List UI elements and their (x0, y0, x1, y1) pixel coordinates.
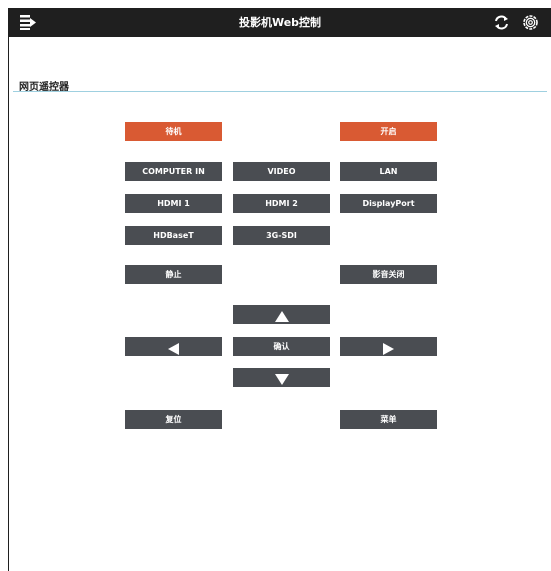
input-3g-sdi-button[interactable]: 3G-SDI (233, 226, 330, 245)
right-button[interactable] (340, 337, 437, 356)
menu-icon[interactable] (19, 14, 37, 31)
input-lan-button[interactable]: LAN (340, 162, 437, 181)
av-mute-button[interactable]: 影音关闭 (340, 265, 437, 284)
input-video-button[interactable]: VIDEO (233, 162, 330, 181)
app-frame: 投影机Web控制 网页遥控器 待机 开启 COMPUTER IN VIDEO L… (8, 8, 551, 571)
standby-button[interactable]: 待机 (125, 122, 222, 141)
enter-button[interactable]: 确认 (233, 337, 330, 356)
input-computer-in-button[interactable]: COMPUTER IN (125, 162, 222, 181)
up-arrow-icon (274, 311, 289, 322)
down-button[interactable] (233, 368, 330, 387)
reset-button[interactable]: 复位 (125, 410, 222, 429)
divider (13, 91, 547, 92)
input-hdmi2-button[interactable]: HDMI 2 (233, 194, 330, 213)
refresh-icon[interactable] (493, 14, 510, 31)
input-hdbaset-button[interactable]: HDBaseT (125, 226, 222, 245)
page-title: 投影机Web控制 (238, 16, 322, 29)
down-arrow-icon (274, 374, 289, 385)
up-button[interactable] (233, 305, 330, 324)
top-bar: 投影机Web控制 (9, 8, 551, 37)
freeze-button[interactable]: 静止 (125, 265, 222, 284)
input-hdmi1-button[interactable]: HDMI 1 (125, 194, 222, 213)
input-displayport-button[interactable]: DisplayPort (340, 194, 437, 213)
right-arrow-icon (383, 342, 394, 355)
left-button[interactable] (125, 337, 222, 356)
gear-icon[interactable] (521, 13, 540, 32)
left-arrow-icon (168, 342, 179, 355)
menu-button[interactable]: 菜单 (340, 410, 437, 429)
power-on-button[interactable]: 开启 (340, 122, 437, 141)
